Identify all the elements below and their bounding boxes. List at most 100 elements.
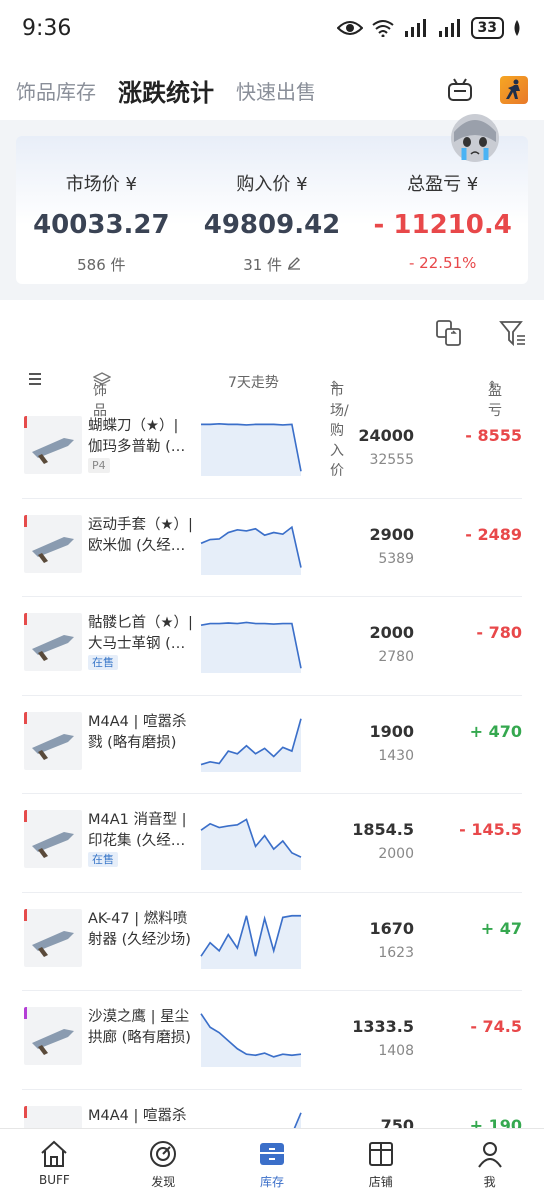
signal-icon-2 xyxy=(438,19,460,37)
item-name: 骷髅匕首（★）| 大马士革钢 (… xyxy=(88,615,193,652)
rarity-mark xyxy=(24,416,27,428)
list-item[interactable]: 蝴蝶刀（★）| 伽玛多普勒 (… P4 24000 32555 - 8555 xyxy=(22,400,522,499)
item-column-header[interactable]: 饰品 xyxy=(92,372,112,419)
nav-discover[interactable]: 发现 xyxy=(109,1129,218,1200)
list-item[interactable]: 骷髅匕首（★）| 大马士革钢 (… 在售 2000 2780 - 780 xyxy=(22,597,522,696)
user-icon xyxy=(477,1142,502,1168)
list-item[interactable]: M4A1 消音型 | 印花集 (久经… 在售 1854.5 2000 - 145… xyxy=(22,794,522,893)
buy-price: 1408 xyxy=(378,1043,414,1059)
trend-sparkline xyxy=(200,718,302,772)
trend-area xyxy=(201,915,301,969)
trend-sparkline xyxy=(200,525,302,575)
item-thumbnail[interactable] xyxy=(24,613,82,671)
profit-loss: - 2489 xyxy=(465,524,522,544)
item-badge: P4 xyxy=(88,458,110,473)
tab-inventory[interactable]: 饰品库存 xyxy=(16,76,96,105)
store-icon xyxy=(368,1142,393,1166)
tab-price-stats[interactable]: 涨跌统计 xyxy=(118,73,214,108)
item-name: AK-47 | 燃料喷射器 (久经沙场) xyxy=(88,910,191,948)
buy-price-stat: 购入价 ¥ 49809.42 31 件 xyxy=(187,136,358,284)
cs-game-icon[interactable] xyxy=(500,76,528,104)
transfer-icon[interactable] xyxy=(434,318,464,348)
menu-icon[interactable] xyxy=(28,372,42,390)
profit-loss-value: - 11210.4 xyxy=(373,210,512,240)
rarity-mark xyxy=(24,711,27,724)
market-price: 2900 xyxy=(369,524,414,544)
list-item[interactable]: AK-47 | 燃料喷射器 (久经沙场) 1670 1623 + 47 xyxy=(22,893,522,991)
list-item[interactable]: 沙漠之鹰 | 星尘拱廊 (略有磨损) 1333.5 1408 - 74.5 xyxy=(22,991,522,1090)
eye-icon xyxy=(336,21,363,35)
buy-price: 2780 xyxy=(378,649,414,665)
rarity-mark xyxy=(24,1007,27,1019)
nav-inventory[interactable]: 库存 xyxy=(218,1129,327,1200)
leaf-icon xyxy=(514,20,520,36)
item-thumbnail[interactable] xyxy=(24,908,82,967)
item-thumbnail[interactable] xyxy=(24,416,82,474)
rarity-mark xyxy=(24,1105,27,1118)
sort-icon: ⇕ xyxy=(488,380,497,391)
profit-loss-percent: - 22.51% xyxy=(408,254,477,272)
item-thumbnail[interactable] xyxy=(24,514,82,573)
market-price: 1333.5 xyxy=(352,1017,414,1036)
item-thumbnail[interactable] xyxy=(24,1007,82,1065)
market-price: 1670 xyxy=(369,918,414,938)
list-item[interactable]: 运动手套（★）| 欧米伽 (久经… 2900 5389 - 2489 xyxy=(22,499,522,597)
robot-icon[interactable] xyxy=(446,76,474,104)
signal-icon xyxy=(404,19,426,37)
buy-price: 1430 xyxy=(378,747,414,764)
profit-loss: - 8555 xyxy=(465,426,522,445)
item-thumbnail[interactable] xyxy=(24,810,82,868)
rarity-mark xyxy=(24,810,27,822)
sort-icon: ⇕ xyxy=(330,380,339,391)
status-time: 9:36 xyxy=(22,15,72,41)
mascot-avatar[interactable] xyxy=(446,108,504,164)
trend-area xyxy=(201,718,301,772)
table-header: 饰品 7天走势 市场/购入价 ⇕ 盈亏 ⇕ xyxy=(0,364,544,479)
item-thumbnail[interactable] xyxy=(24,711,82,770)
buy-item-count[interactable]: 31 件 xyxy=(243,254,301,275)
buy-price-value: 49809.42 xyxy=(203,210,341,240)
trend-area xyxy=(201,526,301,575)
trend-column-header: 7天走势 xyxy=(228,375,279,391)
profit-loss-label: 总盈亏 ¥ xyxy=(407,174,479,195)
item-badge: 在售 xyxy=(88,852,118,867)
trend-area xyxy=(201,423,301,476)
edit-icon[interactable] xyxy=(287,256,301,270)
trend-sparkline xyxy=(200,818,302,870)
item-name: M4A1 消音型 | 印花集 (久经… xyxy=(88,812,187,849)
item-name: 沙漠之鹰 | 星尘拱廊 (略有磨损) xyxy=(88,1009,191,1046)
market-price: 1854.5 xyxy=(352,820,414,839)
list-item[interactable]: M4A4 | 喧嚣杀戮 (略有磨损) 1900 1430 + 470 xyxy=(22,696,522,794)
status-bar: 9:36 33 xyxy=(0,0,544,56)
buy-price-label: 购入价 ¥ xyxy=(236,174,308,195)
weapon-image xyxy=(32,733,74,760)
market-item-count: 586 件 xyxy=(77,256,126,274)
nav-store[interactable]: 店铺 xyxy=(326,1129,435,1200)
profit-loss: - 74.5 xyxy=(470,1017,522,1036)
market-price-value: 40033.27 xyxy=(33,210,170,240)
nav-me[interactable]: 我 xyxy=(435,1129,544,1200)
rarity-mark xyxy=(24,514,27,527)
buy-price: 5389 xyxy=(378,550,414,567)
profit-loss: + 47 xyxy=(480,918,522,938)
market-price: 24000 xyxy=(358,426,414,445)
profit-loss: + 470 xyxy=(469,721,522,741)
buy-price: 32555 xyxy=(369,452,414,468)
filter-icon[interactable] xyxy=(498,318,528,348)
weapon-image xyxy=(32,635,74,661)
market-price-label: 市场价 ¥ xyxy=(65,174,137,195)
tab-quick-sell[interactable]: 快速出售 xyxy=(236,76,316,105)
buy-price: 1623 xyxy=(378,944,414,961)
compass-icon xyxy=(150,1141,177,1167)
home-icon xyxy=(41,1140,68,1167)
item-name: M4A4 | 喧嚣杀戮 (略有磨损) xyxy=(88,713,187,751)
wifi-icon xyxy=(371,20,394,37)
market-price: 2000 xyxy=(369,623,414,642)
trend-sparkline xyxy=(200,914,301,969)
nav-buff[interactable]: BUFF xyxy=(0,1129,109,1200)
item-name: 蝴蝶刀（★）| 伽玛多普勒 (… xyxy=(88,418,186,455)
inventory-icon xyxy=(259,1143,284,1165)
rarity-mark xyxy=(24,613,27,625)
trend-sparkline xyxy=(200,1013,302,1067)
trend-sparkline xyxy=(201,423,302,476)
